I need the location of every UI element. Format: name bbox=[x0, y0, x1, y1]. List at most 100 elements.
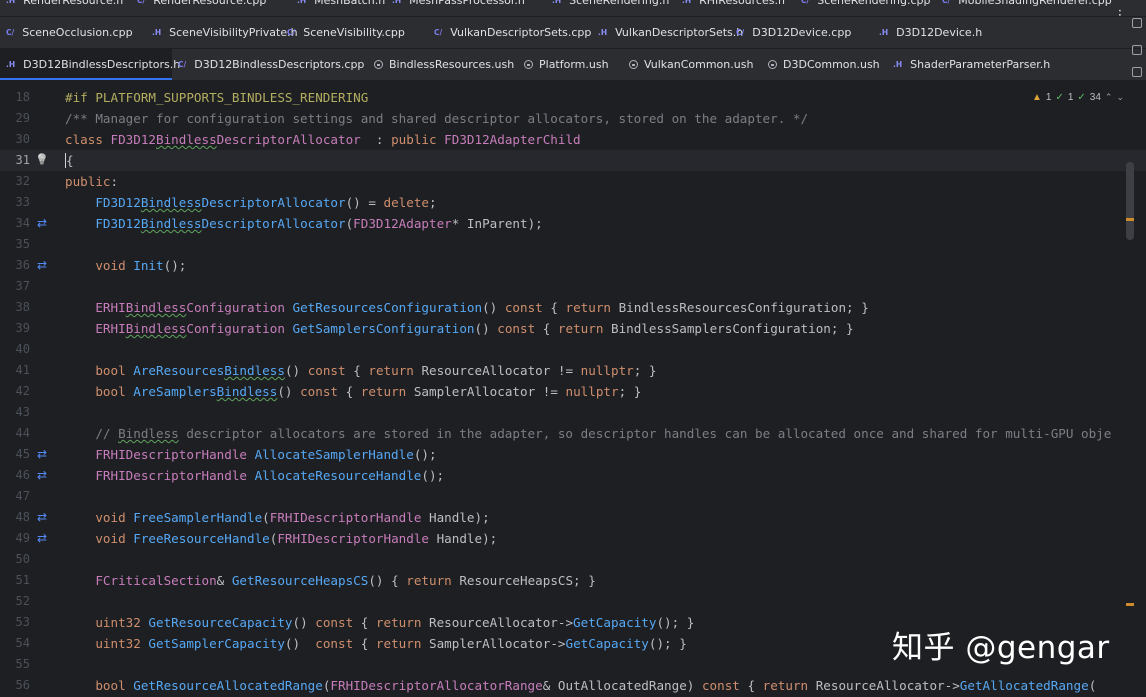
h-file-icon: .H bbox=[893, 59, 903, 69]
code-line[interactable]: 45 ⇄ FRHIDescriptorHandle AllocateSampler… bbox=[0, 444, 1146, 465]
code-line[interactable]: 34 ⇄ FD3D12BindlessDescriptorAllocator(FD… bbox=[0, 213, 1146, 234]
code-line[interactable]: 51 FCriticalSection& GetResourceHeapsCS(… bbox=[0, 570, 1146, 591]
tab-sceneocclusion-cpp[interactable]: C/SceneOcclusion.cpp bbox=[0, 17, 146, 48]
tab-scenevisibility-cpp[interactable]: C/SceneVisibility.cpp bbox=[281, 17, 428, 48]
implementation-gutter-icon[interactable]: ⇄ bbox=[35, 447, 49, 461]
code-line[interactable]: 43 bbox=[0, 402, 1146, 423]
tab-scenerendering-cpp[interactable]: C/SceneRendering.cpp bbox=[795, 0, 936, 16]
cpp-file-icon: C/ bbox=[434, 27, 443, 37]
code-line[interactable]: 46 ⇄ FRHIDescriptorHandle AllocateResourc… bbox=[0, 465, 1146, 486]
tab-label: Platform.ush bbox=[539, 58, 609, 71]
h-file-icon: .H bbox=[879, 27, 889, 37]
spelling-underline: Bindless bbox=[140, 216, 202, 231]
tab-d3d12bindlessdescriptors-h[interactable]: .H D3D12BindlessDescriptors.h bbox=[0, 49, 180, 80]
code-line[interactable]: 52 bbox=[0, 591, 1146, 612]
notifications-icon[interactable] bbox=[1132, 45, 1142, 55]
code-line[interactable]: 40 bbox=[0, 339, 1146, 360]
implementation-gutter-icon[interactable]: ⇄ bbox=[35, 531, 49, 545]
code-line[interactable]: 41 bool AreResourcesBindless() const { r… bbox=[0, 360, 1146, 381]
tab-shaderparameterparser-h[interactable]: .H ShaderParameterParser.h bbox=[887, 49, 1050, 80]
code-line[interactable]: 56 bool GetResourceAllocatedRange (FRHIDe… bbox=[0, 675, 1146, 696]
tab-renderresource-h[interactable]: .H RenderResource.h bbox=[0, 0, 131, 16]
tab-vulkandescriptorsets-cpp[interactable]: C/VulkanDescriptorSets.cpp bbox=[428, 17, 592, 48]
code-line[interactable]: 31 💡 { bbox=[0, 150, 1146, 171]
spelling-underline: Bindless bbox=[216, 384, 278, 399]
tab-mobileshadingrenderer-cpp[interactable]: C/MobileShadingRenderer.cpp bbox=[936, 0, 1112, 16]
tab-label: D3D12BindlessDescriptors.cpp bbox=[194, 58, 365, 71]
code-token: GetResourceAllocatedRange bbox=[133, 678, 323, 693]
chevron-down-icon[interactable]: ⌄ bbox=[1116, 92, 1124, 103]
tab-scenevisibilityprivate-h[interactable]: .H SceneVisibilityPrivate.h bbox=[146, 17, 298, 48]
tab-bindlessresources-ush[interactable]: BindlessResources.ush bbox=[368, 49, 518, 80]
tab-vulkandescriptorsets-h[interactable]: .H VulkanDescriptorSets.h bbox=[592, 17, 743, 48]
code-line[interactable]: 33 FD3D12BindlessDescriptorAllocator() =… bbox=[0, 192, 1146, 213]
chevron-up-icon[interactable]: ⌃ bbox=[1105, 92, 1113, 103]
code-line[interactable]: 49 ⇄ void FreeResourceHandle(FRHIDescript… bbox=[0, 528, 1146, 549]
code-line[interactable]: 18 #if PLATFORM_SUPPORTS_BINDLESS_RENDERI… bbox=[0, 87, 1146, 108]
implementation-gutter-icon[interactable]: ⇄ bbox=[35, 216, 49, 230]
line-number: 51 bbox=[15, 573, 30, 587]
code-line[interactable]: 47 bbox=[0, 486, 1146, 507]
code-editor[interactable]: 18 #if PLATFORM_SUPPORTS_BINDLESS_RENDERI… bbox=[0, 82, 1146, 697]
editor-tab-row-2: C/SceneOcclusion.cpp .H SceneVisibilityPri… bbox=[0, 17, 1146, 49]
code-token: Handle); bbox=[436, 531, 498, 546]
implementation-gutter-icon[interactable]: ⇄ bbox=[35, 258, 49, 272]
tab-d3d12device-cpp[interactable]: C/D3D12Device.cpp bbox=[730, 17, 873, 48]
ush-file-icon bbox=[768, 60, 777, 69]
tab-label: SceneVisibilityPrivate.h bbox=[169, 26, 298, 39]
code-token: FCriticalSection bbox=[95, 573, 217, 588]
implementation-gutter-icon[interactable]: ⇄ bbox=[35, 510, 49, 524]
database-icon[interactable] bbox=[1132, 18, 1142, 28]
tab-vulkancommon-ush[interactable]: VulkanCommon.ush bbox=[623, 49, 762, 80]
tab-d3d12device-h[interactable]: .H D3D12Device.h bbox=[873, 17, 985, 48]
scrollbar-warning-marker[interactable] bbox=[1126, 603, 1134, 606]
code-token: PLATFORM_SUPPORTS_BINDLESS_RENDERING bbox=[95, 90, 369, 105]
editor-scrollbar-thumb[interactable] bbox=[1126, 162, 1134, 240]
code-line[interactable]: 36 ⇄ void Init(); bbox=[0, 255, 1146, 276]
tab-meshpassprocessor-h[interactable]: .H MeshPassProcessor.h bbox=[386, 0, 546, 16]
line-number: 43 bbox=[15, 405, 30, 419]
more-tabs-icon[interactable]: ⋮ bbox=[1110, 0, 1130, 16]
code-token: * bbox=[451, 216, 467, 231]
code-line[interactable]: 39 ERHIBindlessConfiguration GetSamplers… bbox=[0, 318, 1146, 339]
code-token: () bbox=[277, 384, 301, 399]
code-token: (); } bbox=[648, 636, 687, 651]
implementation-gutter-icon[interactable]: ⇄ bbox=[35, 468, 49, 482]
code-line[interactable]: 42 bool AreSamplersBindless() const { re… bbox=[0, 381, 1146, 402]
code-line[interactable]: 48 ⇄ void FreeSamplerHandle(FRHIDescripto… bbox=[0, 507, 1146, 528]
tab-label: VulkanDescriptorSets.cpp bbox=[450, 26, 592, 39]
tab-meshbatch-h[interactable]: .H MeshBatch.h bbox=[291, 0, 386, 16]
tab-d3d12bindlessdescriptors-cpp[interactable]: C/D3D12BindlessDescriptors.cpp bbox=[172, 49, 368, 80]
code-line[interactable]: 32 public: bbox=[0, 171, 1146, 192]
code-text: bool AreResourcesBindless() const { retu… bbox=[65, 360, 656, 381]
code-token: // Bindless descriptor allocators are st… bbox=[65, 426, 1112, 441]
structure-icon[interactable] bbox=[1132, 67, 1142, 77]
code-token: ( bbox=[1088, 678, 1097, 693]
line-number: 48 bbox=[15, 510, 30, 524]
inspection-widget[interactable]: ▲ 1 ✓ 1 ✓ 34 ⌃ ⌄ bbox=[1032, 89, 1124, 105]
code-line[interactable]: 30 class FD3D12BindlessDescriptorAllocato… bbox=[0, 129, 1146, 150]
tab-renderresource-cpp[interactable]: C/RenderResource.cpp bbox=[131, 0, 291, 16]
tab-platform-ush[interactable]: Platform.ush bbox=[518, 49, 623, 80]
h-file-icon: .H bbox=[152, 27, 162, 37]
code-line[interactable]: 29 /** Manager for configuration settings… bbox=[0, 108, 1146, 129]
scrollbar-warning-marker[interactable] bbox=[1126, 218, 1134, 221]
code-token: const bbox=[307, 363, 354, 378]
code-line[interactable]: 44 // Bindless descriptor allocators are… bbox=[0, 423, 1146, 444]
tab-scenerendering-h[interactable]: .H SceneRendering.h bbox=[546, 0, 676, 16]
line-number: 40 bbox=[15, 342, 30, 356]
tab-d3dcommon-ush[interactable]: D3DCommon.ush bbox=[762, 49, 887, 80]
code-line[interactable]: 35 bbox=[0, 234, 1146, 255]
tab-rhiresources-h[interactable]: .H RHIResources.h bbox=[676, 0, 795, 16]
lightbulb-icon[interactable]: 💡 bbox=[35, 153, 49, 167]
code-line[interactable]: 37 bbox=[0, 276, 1146, 297]
code-line[interactable]: 38 ERHIBindlessConfiguration GetResource… bbox=[0, 297, 1146, 318]
tab-label: RHIResources.h bbox=[699, 0, 785, 7]
code-line[interactable]: 50 bbox=[0, 549, 1146, 570]
line-number: 33 bbox=[15, 195, 30, 209]
warning-icon: ▲ bbox=[1031, 91, 1042, 103]
